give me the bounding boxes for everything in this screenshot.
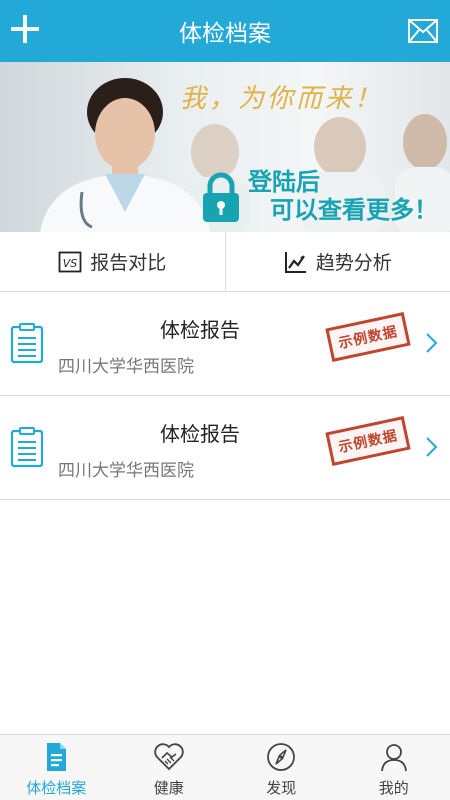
bottom-tab-bar: 体检档案 健康 发现 我的 [0, 734, 450, 800]
report-hospital: 四川大学华西医院 [58, 461, 194, 481]
page-title: 体检档案 [179, 21, 271, 47]
tab-label: 体检档案 [26, 779, 87, 797]
report-hospital: 四川大学华西医院 [58, 357, 194, 377]
report-item[interactable]: 体检报告 四川大学华西医院 示例数据 [0, 292, 450, 396]
tab-label: 发现 [266, 779, 297, 797]
tab-me[interactable]: 我的 [338, 735, 450, 800]
chevron-right-icon [426, 437, 438, 457]
top-bar: 体检档案 [0, 0, 450, 62]
tab-health-records[interactable]: 体检档案 [0, 735, 113, 800]
mail-icon[interactable] [408, 19, 438, 43]
report-compare-label: 报告对比 [90, 252, 167, 274]
trend-analysis-button[interactable]: 趋势分析 [224, 232, 450, 291]
banner-login-text-2: 可以查看更多！ [270, 196, 438, 224]
trend-analysis-label: 趋势分析 [315, 252, 392, 274]
svg-text:VS: VS [63, 257, 78, 270]
compass-icon [267, 743, 296, 771]
lock-icon [203, 172, 239, 222]
tab-health[interactable]: 健康 [113, 735, 226, 800]
report-item[interactable]: 体检报告 四川大学华西医院 示例数据 [0, 396, 450, 500]
document-icon [47, 743, 67, 771]
user-icon [380, 744, 407, 772]
tab-discover[interactable]: 发现 [225, 735, 338, 800]
tab-label: 健康 [153, 779, 184, 797]
chevron-right-icon [426, 333, 438, 353]
tab-label: 我的 [378, 779, 409, 797]
vs-icon: VS [58, 251, 82, 272]
report-compare-button[interactable]: VS 报告对比 [0, 232, 225, 291]
trend-chart-icon [284, 251, 306, 273]
banner-slogan: 我，为你而来！ [180, 84, 384, 114]
promo-banner[interactable]: 我，为你而来！ 登陆后 可以查看更多！ [0, 62, 450, 232]
action-bar: VS 报告对比 趋势分析 [0, 232, 450, 292]
handshake-icon [154, 743, 184, 771]
